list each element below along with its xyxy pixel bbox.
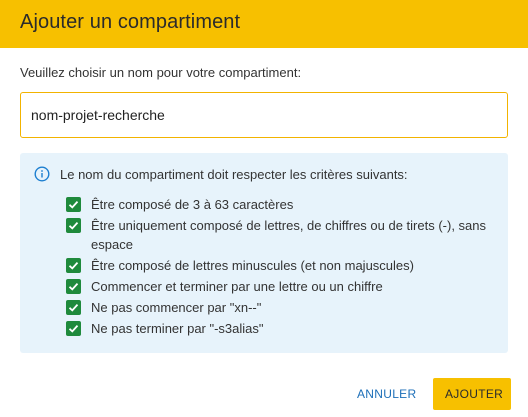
criteria-info-box: Le nom du compartiment doit respecter le…: [20, 153, 508, 353]
criteria-item: Être composé de lettres minuscules (et n…: [66, 256, 494, 275]
dialog-title: Ajouter un compartiment: [20, 11, 241, 33]
add-button[interactable]: AJOUTER: [433, 378, 511, 410]
dialog-header: Ajouter un compartiment: [0, 0, 528, 48]
checkmark-icon: [66, 218, 81, 233]
bucket-name-prompt: Veuillez choisir un nom pour votre compa…: [20, 65, 302, 80]
criteria-item: Ne pas commencer par "xn--": [66, 298, 494, 317]
checkmark-icon: [66, 197, 81, 212]
checkmark-icon: [66, 321, 81, 336]
criteria-text: Être composé de 3 à 63 caractères: [91, 197, 294, 212]
criteria-text: Ne pas terminer par "-s3alias": [91, 321, 264, 336]
checkmark-icon: [66, 279, 81, 294]
criteria-text: Être composé de lettres minuscules (et n…: [91, 258, 414, 273]
cancel-button[interactable]: ANNULER: [345, 378, 427, 410]
bucket-name-input[interactable]: [20, 92, 508, 138]
checkmark-icon: [66, 300, 81, 315]
criteria-text: Ne pas commencer par "xn--": [91, 300, 262, 315]
criteria-text: Être uniquement composé de lettres, de c…: [91, 218, 487, 252]
criteria-heading-row: Le nom du compartiment doit respecter le…: [34, 165, 494, 183]
criteria-item: Commencer et terminer par une lettre ou …: [66, 277, 494, 296]
criteria-item: Ne pas terminer par "-s3alias": [66, 319, 494, 338]
criteria-item: Être composé de 3 à 63 caractères: [66, 195, 494, 214]
checkmark-icon: [66, 258, 81, 273]
criteria-heading: Le nom du compartiment doit respecter le…: [60, 166, 408, 182]
add-bucket-dialog: Ajouter un compartiment Veuillez choisir…: [0, 0, 528, 417]
criteria-list: Être composé de 3 à 63 caractères Être u…: [34, 195, 494, 338]
criteria-text: Commencer et terminer par une lettre ou …: [91, 279, 383, 294]
criteria-item: Être uniquement composé de lettres, de c…: [66, 216, 494, 254]
info-circle-icon: [34, 166, 50, 182]
